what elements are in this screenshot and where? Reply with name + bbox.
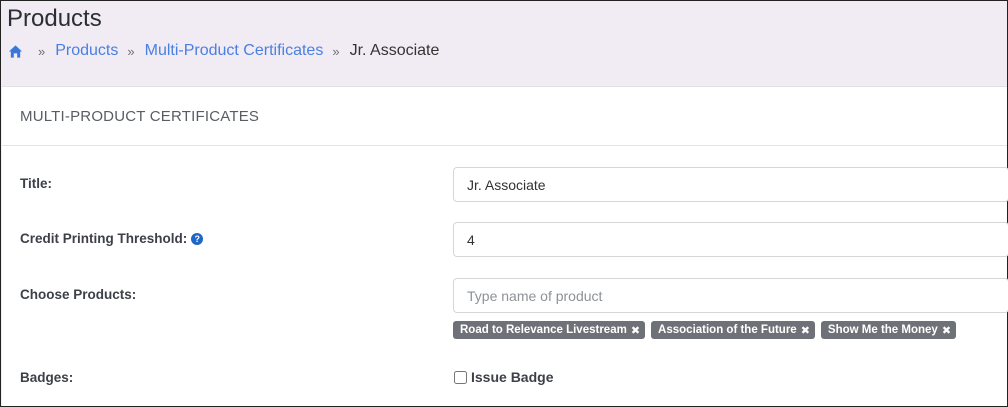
products-label: Choose Products: (20, 287, 137, 302)
issue-badge-checkbox[interactable] (454, 370, 467, 384)
product-tag-label: Show Me the Money (827, 324, 938, 336)
breadcrumb-link-products[interactable]: Products (55, 42, 118, 60)
breadcrumb-link-multi-product-certificates[interactable]: Multi-Product Certificates (145, 42, 324, 60)
product-search-input[interactable] (453, 278, 1008, 313)
home-icon[interactable] (8, 44, 23, 59)
title-input[interactable] (453, 167, 1008, 202)
badges-label: Badges: (20, 370, 74, 385)
breadcrumb-separator: » (332, 43, 340, 59)
selected-products: Road to Relevance Livestream ✖ Associati… (453, 321, 957, 339)
product-tag: Show Me the Money ✖ (820, 321, 957, 339)
issue-badge-label: Issue Badge (471, 369, 554, 385)
threshold-label-text: Credit Printing Threshold: (20, 231, 188, 246)
card-header: MULTI-PRODUCT CERTIFICATES (2, 87, 1007, 146)
page-header: Products » Products » Multi-Product Cert… (1, 1, 1007, 85)
remove-icon[interactable]: ✖ (942, 324, 951, 337)
product-tag: Road to Relevance Livestream ✖ (453, 321, 646, 339)
breadcrumb-separator: » (38, 43, 46, 59)
certificate-form-card: MULTI-PRODUCT CERTIFICATES Title: Credit… (2, 86, 1008, 406)
card-title: MULTI-PRODUCT CERTIFICATES (20, 107, 260, 125)
question-circle-icon[interactable]: ? (191, 232, 204, 245)
threshold-input[interactable] (453, 222, 1008, 257)
breadcrumb-separator: » (127, 43, 135, 59)
product-tag-label: Association of the Future (658, 324, 797, 336)
product-tag: Association of the Future ✖ (651, 321, 815, 339)
threshold-label: Credit Printing Threshold: ? (20, 231, 204, 246)
title-label: Title: (20, 176, 53, 191)
product-tag-label: Road to Relevance Livestream (460, 324, 627, 336)
breadcrumb-current: Jr. Associate (349, 42, 440, 59)
page-title: Products (7, 5, 102, 32)
remove-icon[interactable]: ✖ (631, 324, 640, 337)
issue-badge-option[interactable]: Issue Badge (453, 369, 553, 385)
remove-icon[interactable]: ✖ (801, 324, 810, 337)
breadcrumb: » Products » Multi-Product Certificates … (7, 33, 1001, 69)
